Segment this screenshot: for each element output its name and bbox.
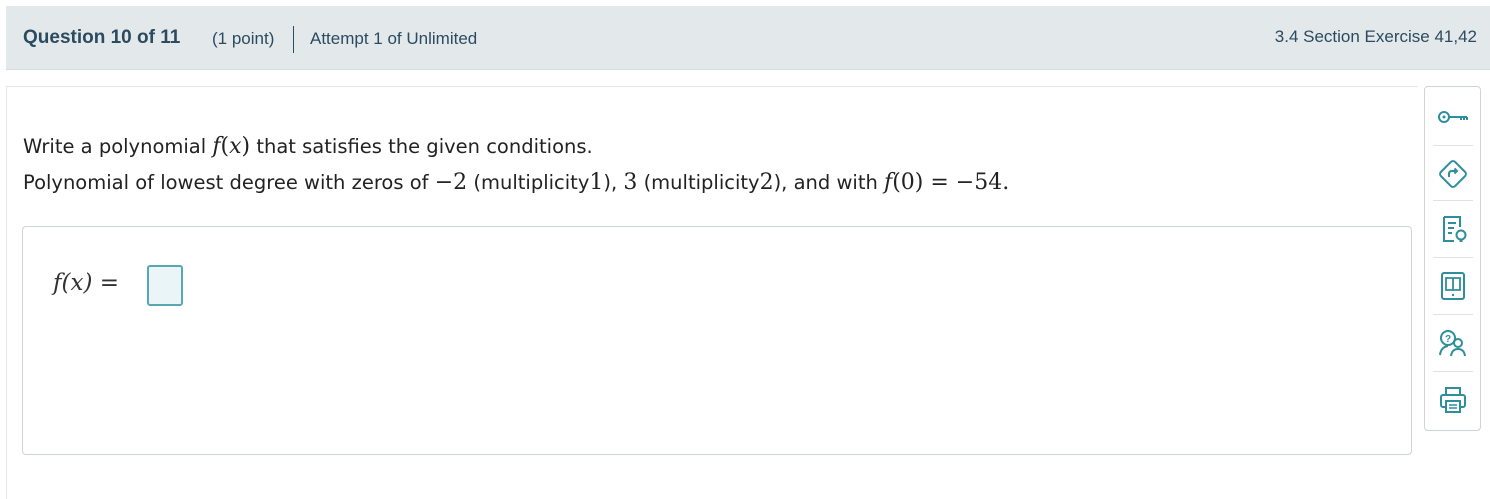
hint-tool-button[interactable]: [1433, 201, 1473, 257]
svg-text:?: ?: [1445, 334, 1451, 345]
attempt-counter: Attempt 1 of Unlimited: [310, 29, 478, 48]
tools-sidebar: ?: [1424, 86, 1481, 431]
problem-text: and with: [793, 171, 878, 194]
header-divider: [293, 26, 294, 53]
question-header: Question 10 of 11 (1 point) Attempt 1 of…: [6, 6, 1490, 70]
answer-area: f(x) =: [22, 226, 1412, 455]
math-fx: f(x): [212, 134, 251, 159]
help-people-icon: ?: [1436, 327, 1470, 359]
problem-text: Write a polynomial: [23, 135, 207, 158]
problem-text: Polynomial of lowest degree with zeros o…: [23, 171, 429, 194]
print-icon: [1437, 384, 1469, 416]
share-tool-button[interactable]: [1433, 146, 1473, 202]
math-f0-value: −54: [955, 170, 1003, 195]
print-tool-button[interactable]: [1433, 372, 1473, 428]
math-mult-2: 2: [759, 170, 774, 195]
math-mult-1: 1: [589, 170, 604, 195]
question-number: Question 10 of 11: [23, 27, 181, 48]
hint-document-icon: [1437, 213, 1469, 245]
problem-text: (multiplicity: [643, 171, 760, 194]
math-zero-2: 3: [623, 170, 638, 195]
ebook-icon: [1437, 270, 1469, 302]
problem-text: (multiplicity: [473, 171, 590, 194]
problem-text: that satisfies the given conditions.: [256, 135, 593, 158]
problem-line-1: Write a polynomial f(x) that satisfies t…: [23, 129, 1009, 165]
section-name: 3.4 Section Exercise 41,42: [1274, 27, 1477, 46]
share-arrow-icon: [1437, 158, 1469, 190]
problem-statement: Write a polynomial f(x) that satisfies t…: [23, 129, 1009, 201]
key-tool-button[interactable]: [1433, 89, 1473, 145]
help-tool-button[interactable]: ?: [1433, 315, 1473, 371]
answer-label: f(x) =: [53, 270, 119, 296]
answer-label-text: f(x) =: [53, 270, 120, 296]
math-f0: f(0) = −54.: [884, 170, 1010, 195]
answer-input[interactable]: [147, 265, 183, 306]
problem-line-2: Polynomial of lowest degree with zeros o…: [23, 170, 1010, 195]
key-icon: [1437, 107, 1469, 127]
ebook-tool-button[interactable]: [1433, 258, 1473, 314]
question-points: (1 point): [212, 29, 275, 48]
math-zero-1: −2: [434, 170, 468, 195]
question-page: Question 10 of 11 (1 point) Attempt 1 of…: [0, 0, 1490, 499]
